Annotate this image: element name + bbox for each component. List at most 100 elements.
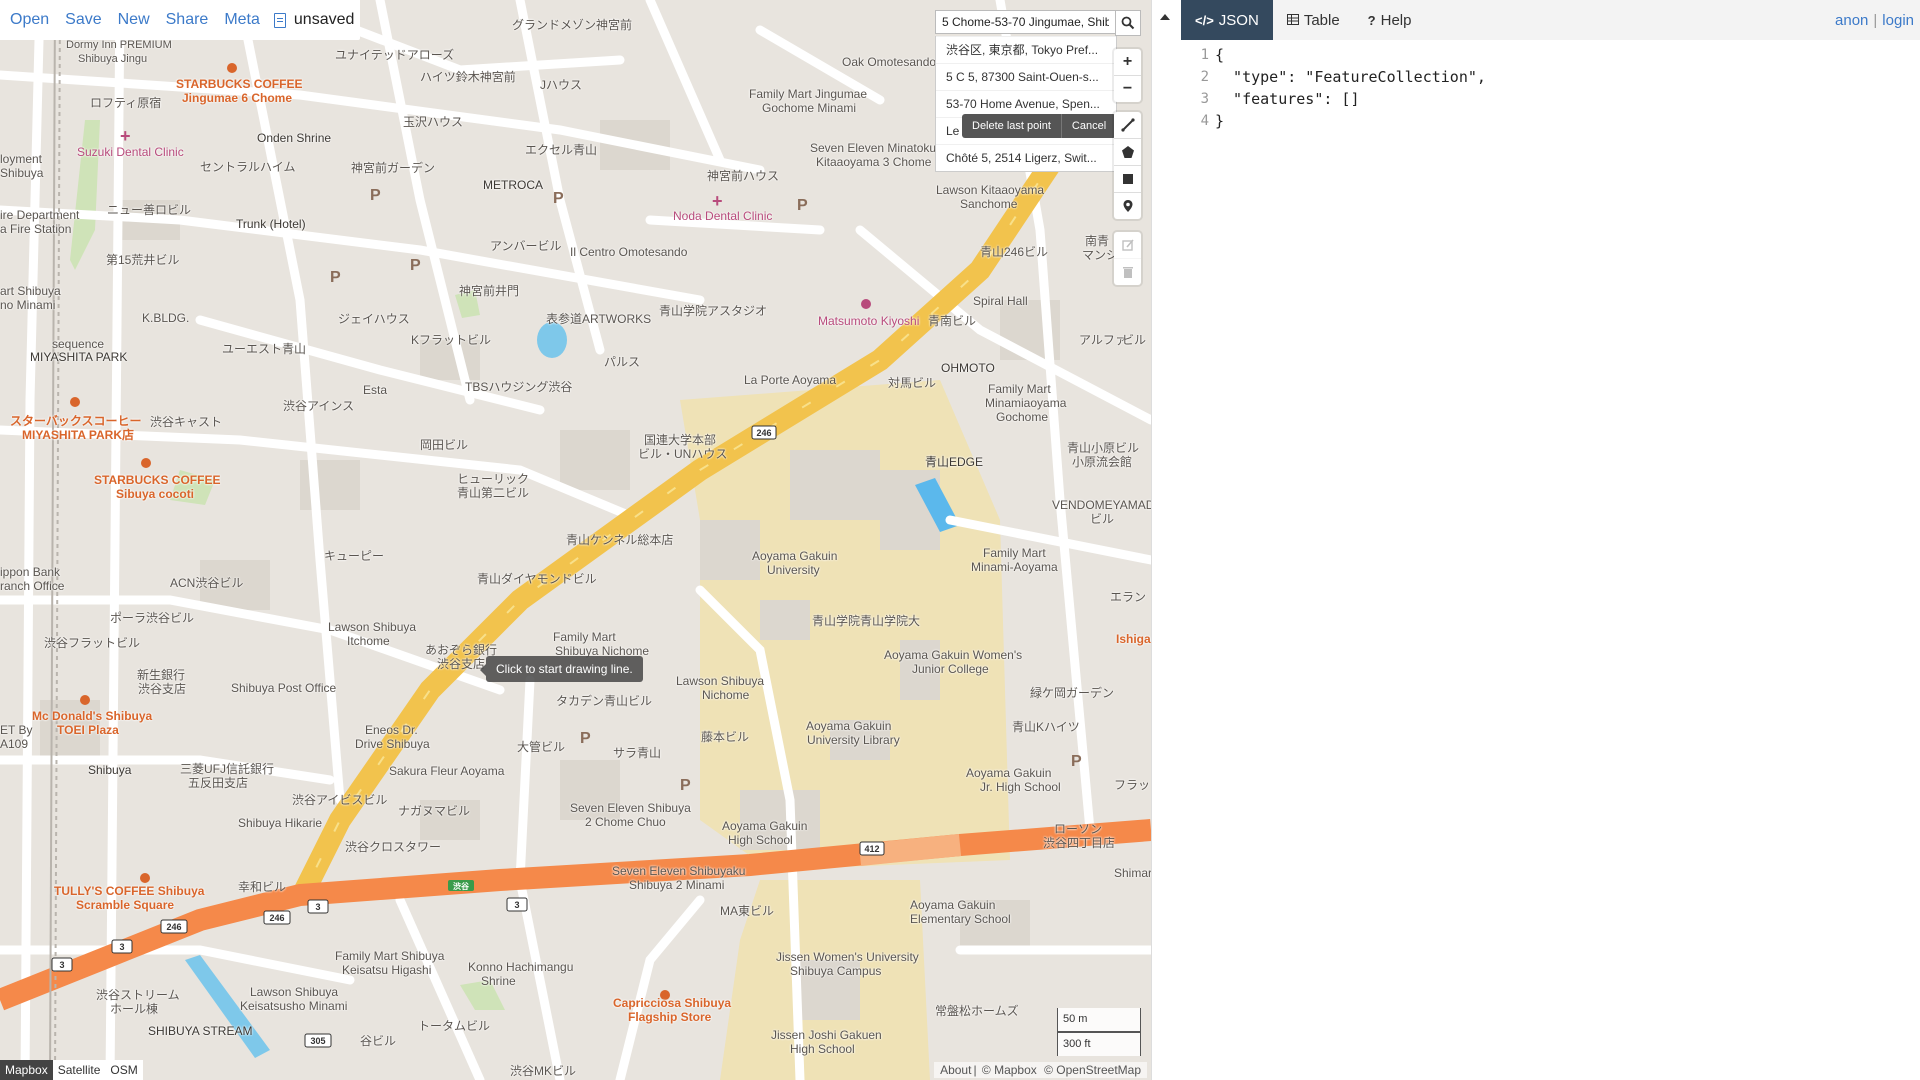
sidebar: </> JSON Table ? Help anon | login 1 { 2… — [1181, 0, 1920, 1080]
tab-json[interactable]: </> JSON — [1181, 0, 1273, 40]
draw-marker-button[interactable] — [1114, 193, 1141, 219]
geocoder-result[interactable]: Chôté 5, 2514 Ligerz, Swit... — [936, 144, 1116, 171]
map-label: Aoyama Gakuin — [806, 719, 892, 733]
map-label: ユナイテッドアローズ — [335, 48, 455, 62]
map-label: ビル・UNハウス — [638, 447, 728, 461]
draw-rectangle-button[interactable] — [1114, 166, 1141, 193]
svg-text:P: P — [410, 257, 421, 274]
svg-text:P: P — [580, 730, 591, 747]
map-label: キューピー — [324, 549, 385, 563]
map-label: Dormy Inn PREMIUM — [66, 39, 172, 51]
scale-imperial: 300 ft — [1057, 1032, 1141, 1056]
map-label: TBSハウジング渋谷 — [465, 380, 573, 394]
map-label: エクセル青山 — [525, 143, 598, 157]
open-button[interactable]: Open — [10, 11, 49, 29]
map-label: MIYASHITA PARK店 — [22, 428, 135, 442]
map-label: ビル — [1090, 512, 1115, 526]
about-link[interactable]: About — [940, 1063, 971, 1077]
map-label: 三菱UFJ信託銀行 — [180, 762, 274, 776]
map-label: TOEI Plaza — [57, 723, 119, 737]
tab-help[interactable]: ? Help — [1354, 0, 1426, 40]
map-label: ACN渋谷ビル — [170, 576, 244, 590]
login-link[interactable]: login — [1882, 12, 1914, 29]
layer-osm-button[interactable]: OSM — [105, 1060, 142, 1080]
svg-text:P: P — [370, 187, 381, 204]
osm-attribution-link[interactable]: © OpenStreetMap — [1044, 1063, 1141, 1077]
map-label: 青山ダイヤモンドビル — [477, 572, 597, 586]
svg-text:P: P — [680, 777, 691, 794]
delete-button[interactable] — [1114, 259, 1141, 285]
map-label: Keisatsu Higashi — [342, 963, 432, 977]
map-label: 神宮前ガーデン — [351, 161, 436, 175]
meta-button[interactable]: Meta — [224, 11, 260, 29]
line-number: 1 — [1200, 47, 1209, 63]
document-name-label: unsaved — [293, 11, 355, 28]
edit-toolbar — [1114, 232, 1141, 285]
geocoder-search-button[interactable] — [1115, 10, 1141, 36]
map-label: Family Mart — [553, 630, 616, 644]
trash-icon — [1122, 267, 1133, 278]
code-line: 4 } — [1181, 110, 1920, 132]
geocoder-search-input[interactable] — [935, 10, 1115, 34]
share-button[interactable]: Share — [166, 11, 209, 29]
map-label: Aoyama Gakuin — [910, 898, 996, 912]
map-label: Noda Dental Clinic — [673, 209, 773, 223]
map-label: 渋谷キャスト — [150, 415, 223, 429]
svg-text:246: 246 — [166, 922, 181, 932]
geocoder-result[interactable]: 渋谷区, 東京都, Tokyo Pref... — [936, 36, 1116, 63]
map-label: 青南ビル — [928, 314, 977, 328]
map-label: Suzuki Dental Clinic — [77, 145, 184, 159]
map-label: 青山EDGE — [925, 455, 984, 469]
search-icon — [1121, 16, 1135, 30]
map-label: 2 Chome Chuo — [585, 815, 666, 829]
map-label: Family Mart — [988, 382, 1051, 396]
svg-text:P: P — [330, 269, 341, 286]
save-button[interactable]: Save — [65, 11, 101, 29]
geocoder-result[interactable]: 5 C 5, 87300 Saint-Ouen-s... — [936, 63, 1116, 90]
map-label: VENDOMEYAMADA — [1052, 498, 1151, 512]
map-label: Seven Eleven Minatoku — [810, 141, 937, 155]
polygon-icon — [1121, 146, 1134, 158]
map-label: Shimar — [1114, 866, 1151, 880]
map-label: Aoyama Gakuin — [722, 819, 808, 833]
new-button[interactable]: New — [118, 11, 150, 29]
map-label: STARBUCKS COFFEE — [176, 77, 303, 91]
geocoder-result[interactable]: 53-70 Home Avenue, Spen... — [936, 90, 1116, 117]
draw-line-button[interactable] — [1114, 112, 1141, 139]
zoom-out-button[interactable]: − — [1114, 76, 1141, 102]
map-label: Scramble Square — [76, 898, 175, 912]
map-label: University Library — [807, 733, 900, 747]
layer-satellite-button[interactable]: Satellite — [53, 1060, 106, 1080]
map-label: Ishiga — [1116, 632, 1151, 646]
code-line: 1 { — [1181, 44, 1920, 66]
map-label: ジェイハウス — [338, 312, 410, 326]
document-name[interactable]: unsaved — [273, 11, 355, 29]
map-canvas[interactable]: 246 412 3 3 3 3 246 246 305 渋谷 P P P P P… — [0, 0, 1151, 1080]
collapse-panel-icon[interactable] — [1160, 14, 1170, 20]
marker-icon — [1123, 200, 1132, 212]
map-label: 渋谷アイビスビル — [292, 793, 388, 807]
delete-last-point-button[interactable]: Delete last point — [962, 114, 1062, 138]
map-label: アルファ — [1079, 333, 1127, 347]
geocoder: 渋谷区, 東京都, Tokyo Pref... 5 C 5, 87300 Sai… — [935, 10, 1141, 172]
layer-mapbox-button[interactable]: Mapbox — [0, 1060, 53, 1080]
map-label: 神宮前ハウス — [707, 169, 780, 183]
anon-link[interactable]: anon — [1835, 12, 1868, 29]
tab-table[interactable]: Table — [1273, 0, 1354, 40]
map-label: ハイツ鈴木神宮前 — [420, 70, 516, 84]
json-editor[interactable]: 1 { 2 "type": "FeatureCollection", 3 "fe… — [1181, 40, 1920, 1080]
map-label: 渋谷フラットビル — [44, 636, 141, 650]
draw-polygon-button[interactable] — [1114, 139, 1141, 166]
map-label: タカデン青山ビル — [556, 694, 653, 708]
svg-text:3: 3 — [119, 942, 124, 952]
map-label: 第15荒井ビル — [106, 253, 180, 267]
cancel-draw-button[interactable]: Cancel — [1062, 114, 1116, 138]
map-label: ポーラ渋谷ビル — [110, 611, 195, 625]
tab-help-label: Help — [1380, 11, 1412, 29]
map-label: Konno Hachimangu — [468, 960, 574, 974]
mapbox-attribution-link[interactable]: © Mapbox — [982, 1063, 1037, 1077]
map-label: Kitaaoyama 3 Chome — [816, 155, 932, 169]
zoom-in-button[interactable]: + — [1114, 49, 1141, 76]
map-label: Nichome — [702, 688, 750, 702]
edit-button[interactable] — [1114, 232, 1141, 259]
